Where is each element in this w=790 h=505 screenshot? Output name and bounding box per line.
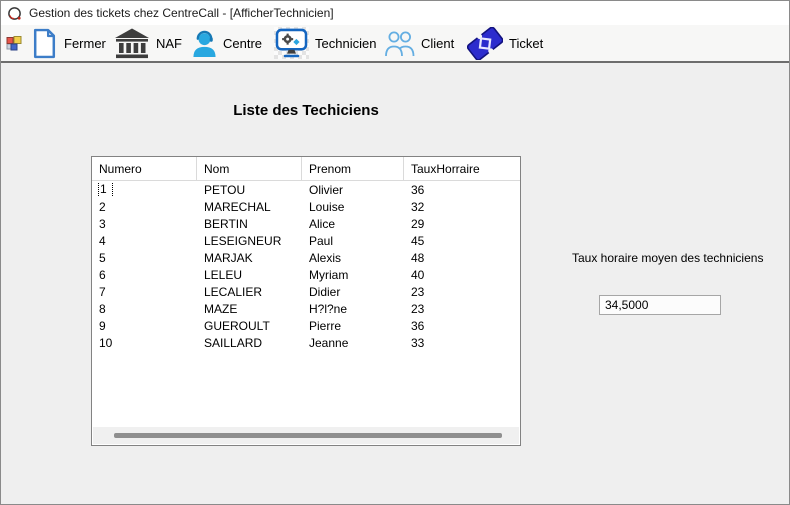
column-header-numero[interactable]: Numero <box>92 157 197 180</box>
table-cell: 2 <box>92 200 197 214</box>
table-cell: 48 <box>404 251 520 265</box>
table-cell: Louise <box>302 200 404 214</box>
table-cell: Myriam <box>302 268 404 282</box>
table-cell: GUEROULT <box>197 319 302 333</box>
average-rate-field[interactable]: 34,5000 <box>599 295 721 315</box>
toolbar-button-label: Ticket <box>509 36 543 51</box>
table-cell: 32 <box>404 200 520 214</box>
table-cell: 7 <box>92 285 197 299</box>
page-title: Liste des Techiciens <box>91 102 521 119</box>
table-cell: 5 <box>92 251 197 265</box>
table-row[interactable]: 3BERTINAlice29 <box>92 215 520 232</box>
column-header-prenom[interactable]: Prenom <box>302 157 404 180</box>
table-row[interactable]: 1 PETOUOlivier36 <box>92 181 520 198</box>
forms-grid-icon <box>6 25 22 61</box>
title-bar: Gestion des tickets chez CentreCall - [A… <box>1 1 789 25</box>
document-icon <box>31 28 58 59</box>
window-title: Gestion des tickets chez CentreCall - [A… <box>29 6 334 20</box>
table-cell: 4 <box>92 234 197 248</box>
grid-body: 1PETOUOlivier362MARECHALLouise323BERTINA… <box>92 181 520 351</box>
table-cell: 40 <box>404 268 520 282</box>
clients-icon <box>385 30 415 57</box>
technicians-grid: NumeroNomPrenomTauxHorraire 1 PETOUOlivie… <box>91 156 521 446</box>
table-cell: LECALIER <box>197 285 302 299</box>
table-cell: 8 <box>92 302 197 316</box>
table-cell: 23 <box>404 285 520 299</box>
table-cell: BERTIN <box>197 217 302 231</box>
toolbar: Fermer NAF <box>1 25 789 63</box>
table-cell: Alexis <box>302 251 404 265</box>
table-row[interactable]: 2MARECHALLouise32 <box>92 198 520 215</box>
support-agent-icon <box>192 29 217 58</box>
table-cell: 36 <box>404 183 520 197</box>
ticket-icon <box>467 27 503 60</box>
table-cell: Alice <box>302 217 404 231</box>
table-cell: 6 <box>92 268 197 282</box>
table-cell: Pierre <box>302 319 404 333</box>
table-row[interactable]: 5MARJAKAlexis48 <box>92 249 520 266</box>
monitor-gears-icon <box>274 27 309 59</box>
focused-cell-value: 1 <box>99 182 112 197</box>
table-cell: H?l?ne <box>302 302 404 316</box>
table-cell: Jeanne <box>302 336 404 350</box>
table-row[interactable]: 9GUEROULTPierre36 <box>92 317 520 334</box>
table-row[interactable]: 7LECALIERDidier23 <box>92 283 520 300</box>
column-header-tauxhorraire[interactable]: TauxHorraire <box>404 157 520 180</box>
app-icon <box>7 6 22 21</box>
toolbar-button-label: Client <box>421 36 454 51</box>
table-cell: MARJAK <box>197 251 302 265</box>
table-cell: 33 <box>404 336 520 350</box>
table-row[interactable]: 10SAILLARDJeanne33 <box>92 334 520 351</box>
table-cell: 23 <box>404 302 520 316</box>
horizontal-scrollbar-thumb[interactable] <box>114 433 502 438</box>
table-cell: 29 <box>404 217 520 231</box>
table-cell: SAILLARD <box>197 336 302 350</box>
table-cell: LELEU <box>197 268 302 282</box>
table-row[interactable]: 8MAZEH?l?ne23 <box>92 300 520 317</box>
app-window: Gestion des tickets chez CentreCall - [A… <box>0 0 790 505</box>
table-cell: LESEIGNEUR <box>197 234 302 248</box>
table-cell: 36 <box>404 319 520 333</box>
toolbar-button-client[interactable]: Client <box>385 25 454 61</box>
column-header-nom[interactable]: Nom <box>197 157 302 180</box>
table-cell: Didier <box>302 285 404 299</box>
table-cell: 3 <box>92 217 197 231</box>
table-row[interactable]: 4LESEIGNEURPaul45 <box>92 232 520 249</box>
toolbar-button-naf[interactable]: NAF <box>114 25 182 61</box>
table-cell: PETOU <box>197 183 302 197</box>
horizontal-scrollbar[interactable] <box>93 427 519 444</box>
toolbar-button-label: Centre <box>223 36 262 51</box>
average-rate-label: Taux horaire moyen des techniciens <box>572 251 763 265</box>
table-cell: 10 <box>92 336 197 350</box>
table-row[interactable]: 6LELEUMyriam40 <box>92 266 520 283</box>
table-cell: 45 <box>404 234 520 248</box>
table-cell: MARECHAL <box>197 200 302 214</box>
grid-header-row: NumeroNomPrenomTauxHorraire <box>92 157 520 181</box>
toolbar-button-label: Technicien <box>315 36 376 51</box>
toolbar-button-technicien[interactable]: Technicien <box>274 25 376 61</box>
table-cell: 1 <box>92 182 197 197</box>
toolbar-button-fermer[interactable]: Fermer <box>31 25 106 61</box>
table-cell: 9 <box>92 319 197 333</box>
toolbar-button-label: NAF <box>156 36 182 51</box>
toolbar-button-label: Fermer <box>64 36 106 51</box>
toolbar-button-centre[interactable]: Centre <box>192 25 262 61</box>
table-cell: Olivier <box>302 183 404 197</box>
toolbar-button-ticket[interactable]: Ticket <box>467 25 543 61</box>
table-cell: MAZE <box>197 302 302 316</box>
bank-icon <box>114 28 150 59</box>
table-cell: Paul <box>302 234 404 248</box>
